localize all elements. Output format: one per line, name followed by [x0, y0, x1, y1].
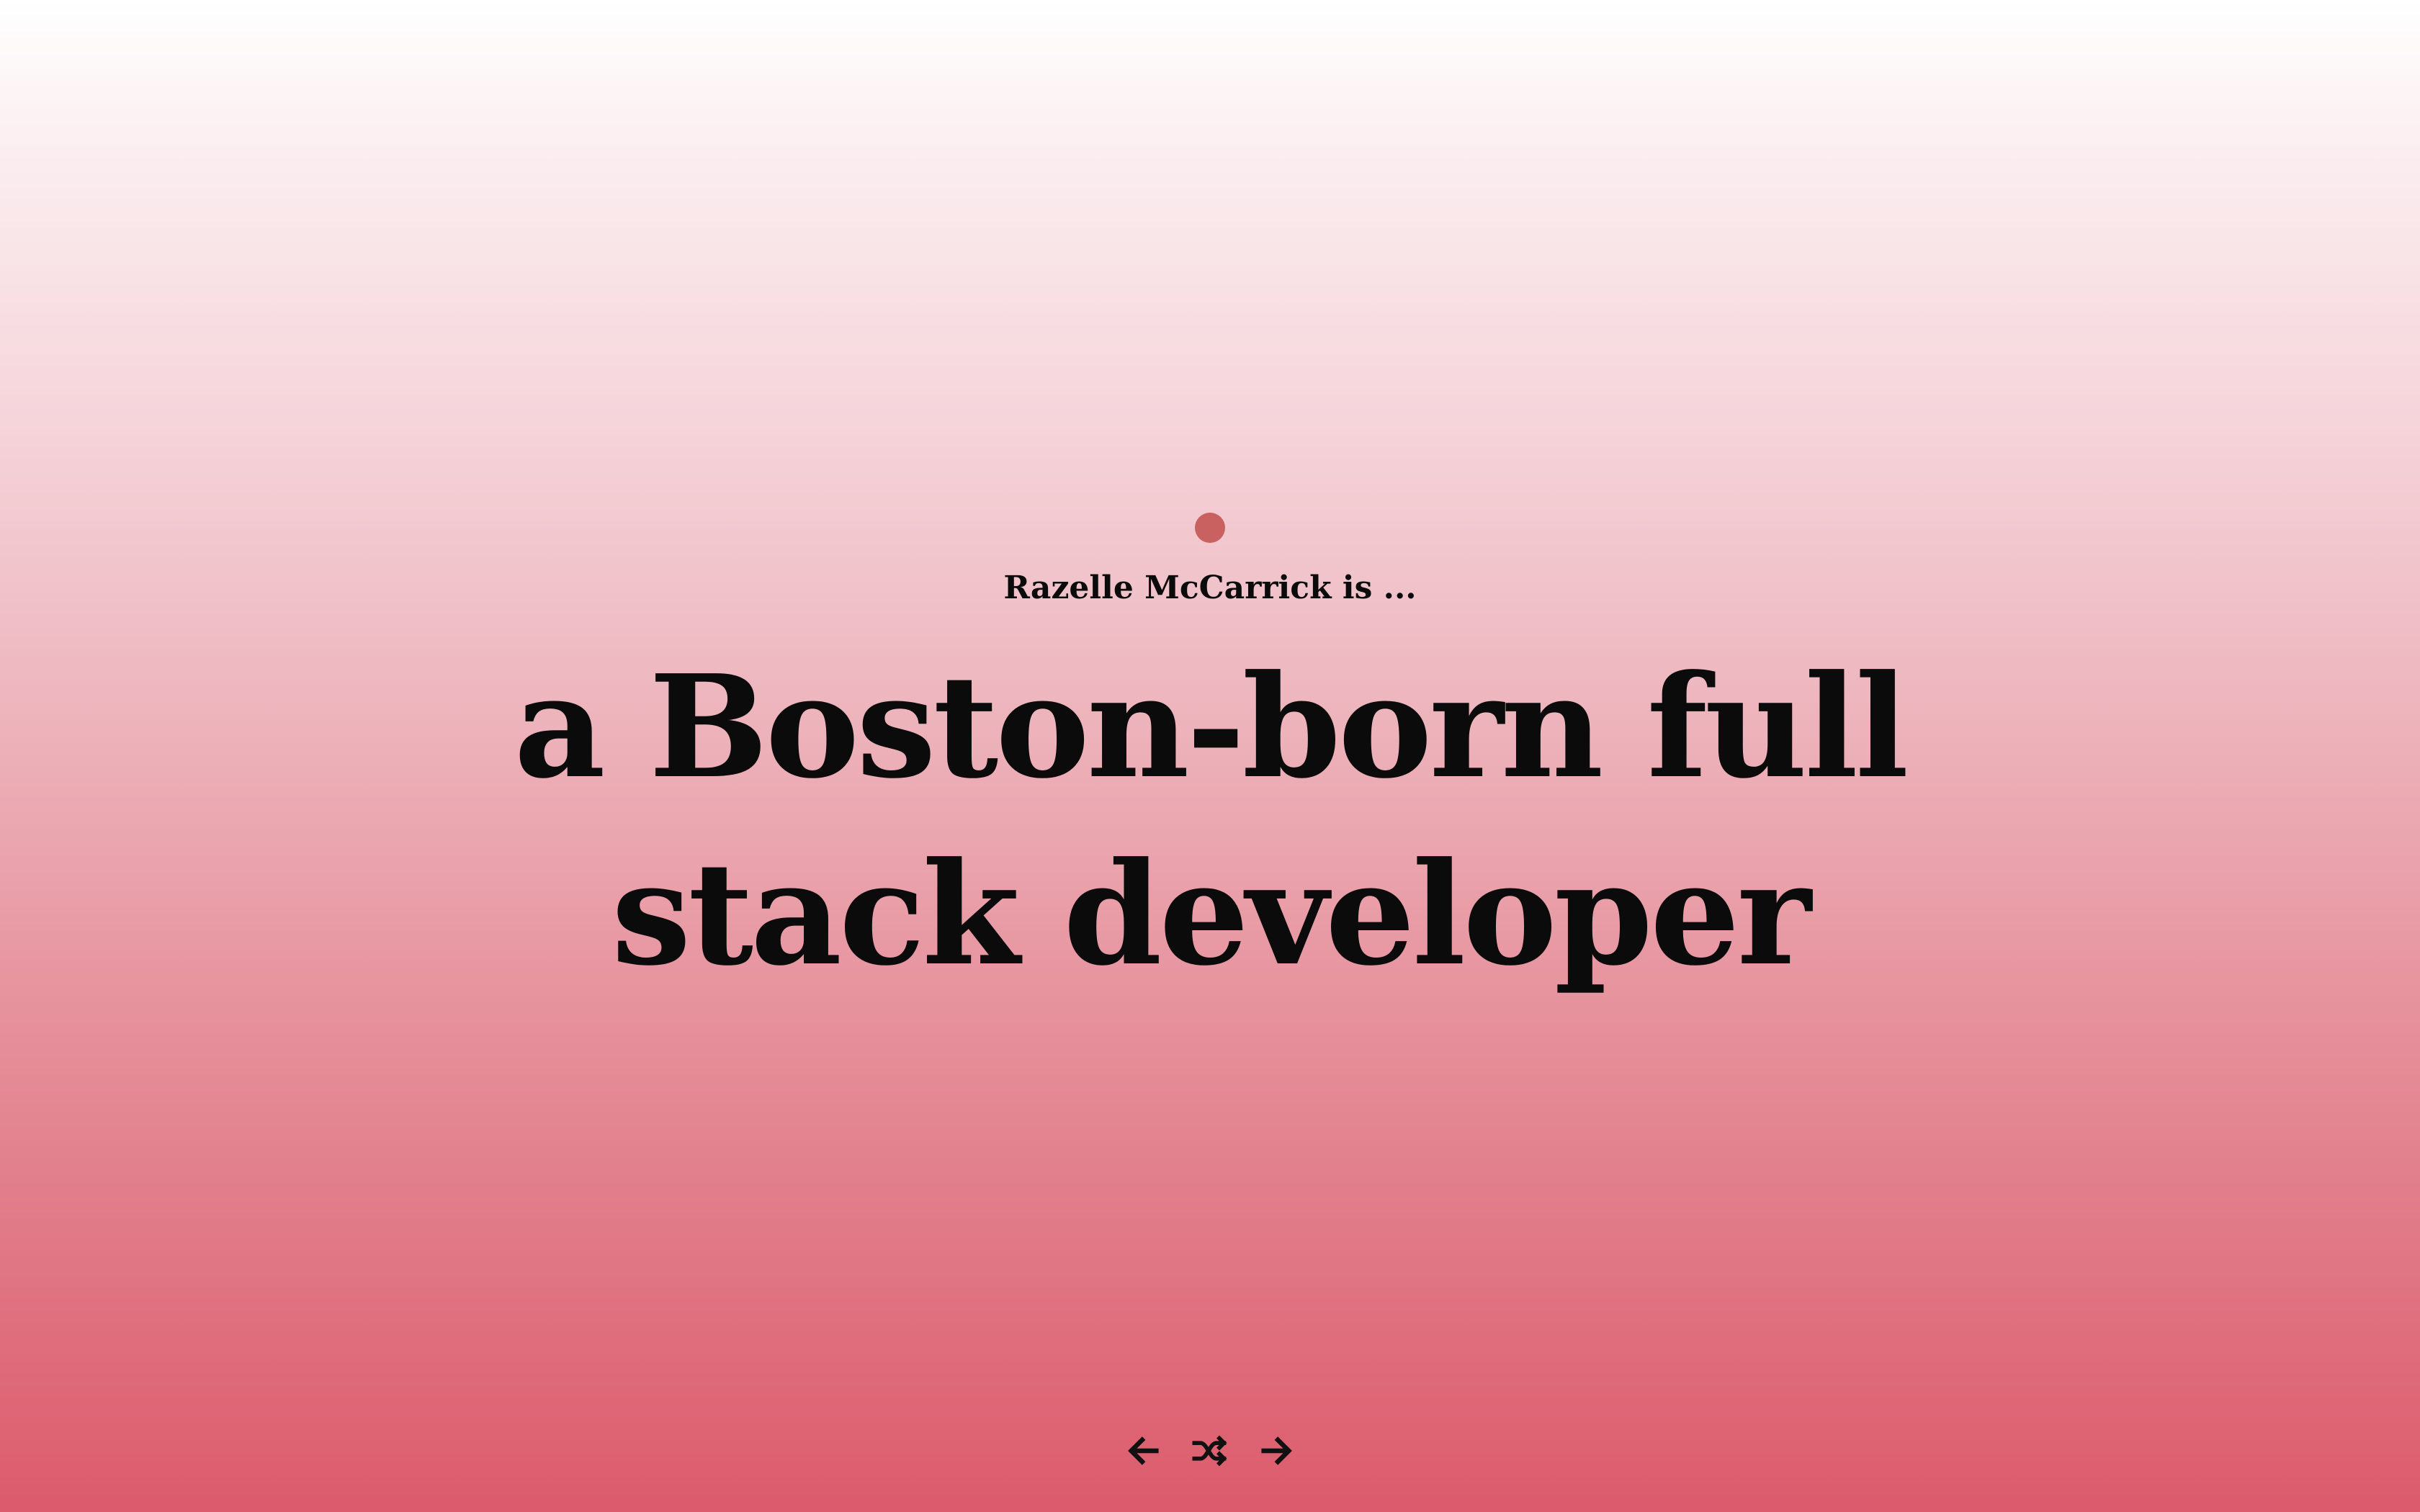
- next-button[interactable]: [1256, 1431, 1296, 1471]
- slide-controls: [1109, 1424, 1311, 1477]
- arrow-left-icon: [1128, 1436, 1159, 1465]
- intro-label: Razelle McCarrick is ...: [1003, 570, 1417, 606]
- shuffle-icon: [1192, 1435, 1227, 1467]
- shuffle-button[interactable]: [1190, 1431, 1230, 1471]
- previous-button[interactable]: [1124, 1431, 1164, 1471]
- accent-dot: [1195, 513, 1225, 543]
- arrow-right-icon: [1261, 1436, 1292, 1465]
- hero-headline: a Boston-born full stack developer: [514, 644, 1909, 997]
